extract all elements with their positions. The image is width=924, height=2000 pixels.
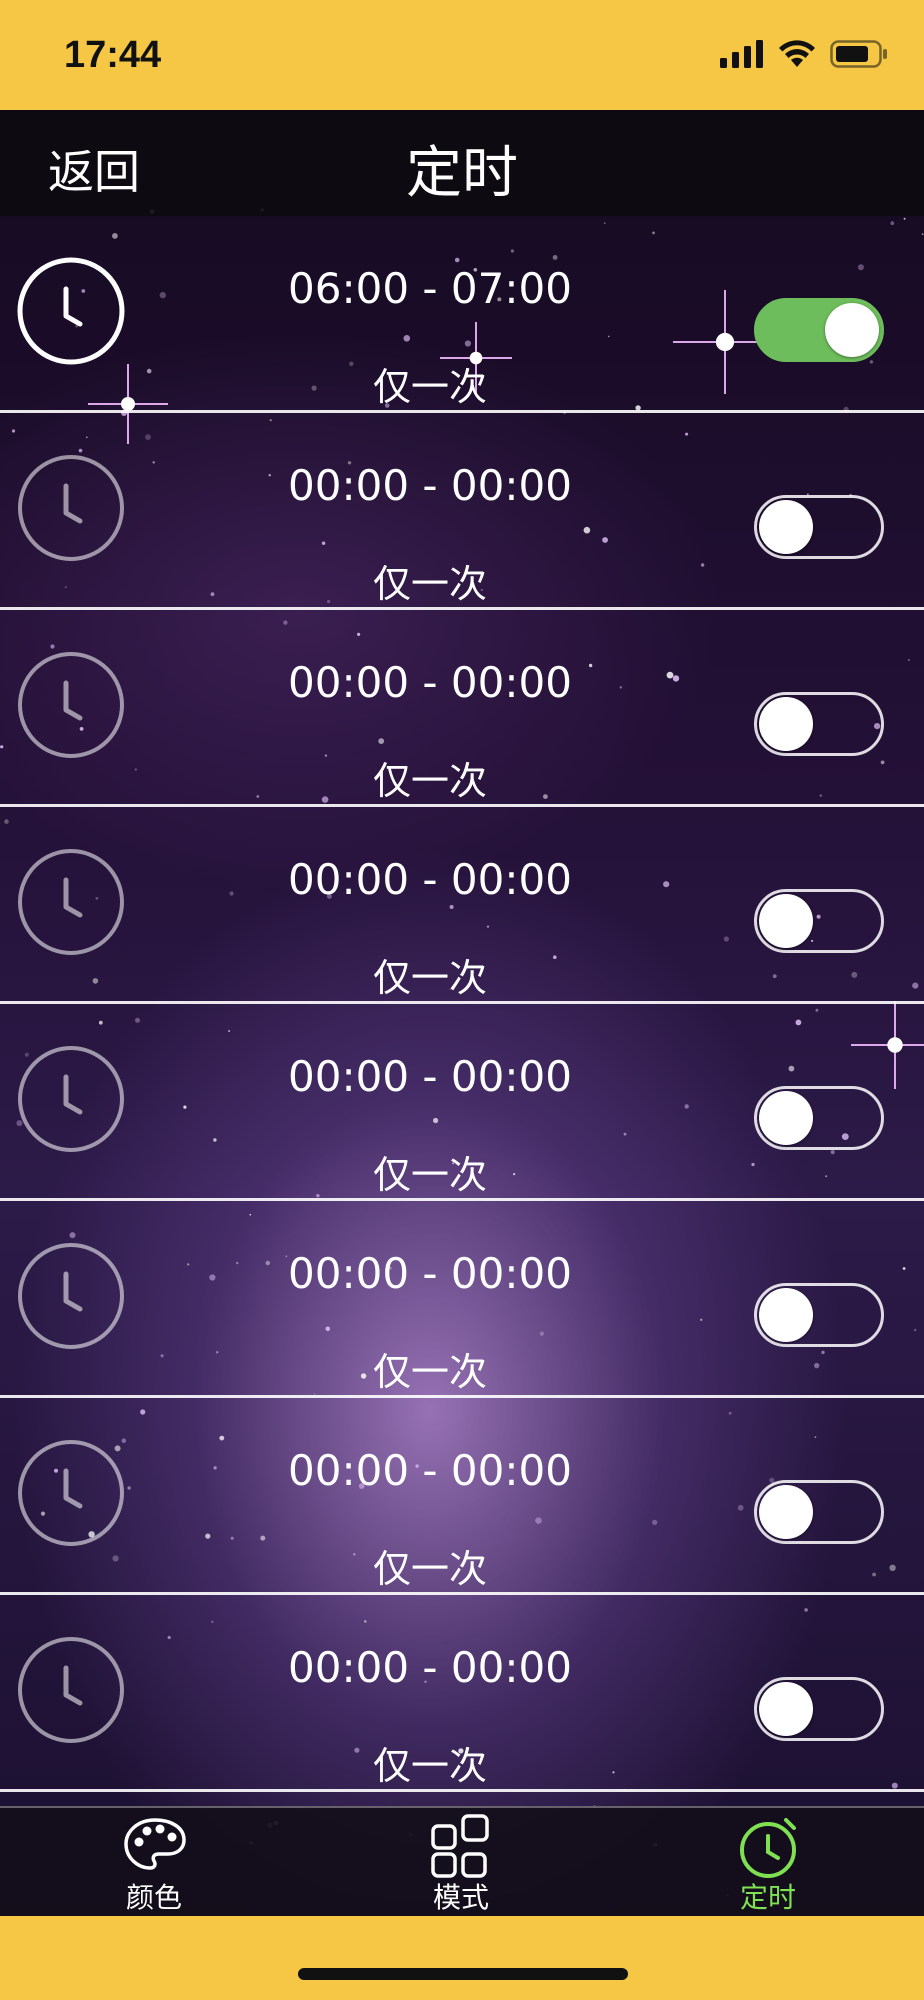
toggle-knob bbox=[759, 697, 813, 751]
timer-time-range[interactable]: 00:00 - 00:00 bbox=[230, 461, 630, 510]
timer-row[interactable]: 00:00 - 00:00 仅一次 bbox=[0, 1201, 924, 1398]
tab-mode[interactable]: 模式 bbox=[361, 1808, 561, 1916]
timer-row[interactable]: 00:00 - 00:00 仅一次 bbox=[0, 1398, 924, 1595]
timer-toggle[interactable] bbox=[754, 1677, 884, 1741]
timer-row[interactable]: 00:00 - 00:00 仅一次 bbox=[0, 413, 924, 610]
home-indicator-area bbox=[0, 1916, 924, 2000]
toggle-knob bbox=[759, 500, 813, 554]
clock-icon bbox=[18, 1637, 124, 1743]
timer-time-range[interactable]: 00:00 - 00:00 bbox=[230, 1643, 630, 1692]
grid-icon bbox=[431, 1814, 489, 1878]
timer-toggle[interactable] bbox=[754, 495, 884, 559]
page-title: 定时 bbox=[406, 141, 518, 206]
status-bar: 17:44 bbox=[0, 0, 924, 110]
timer-time-range[interactable]: 00:00 - 00:00 bbox=[230, 1249, 630, 1298]
home-indicator[interactable] bbox=[298, 1968, 628, 1980]
nav-bar: 返回 定时 bbox=[0, 110, 924, 216]
toggle-knob bbox=[759, 1288, 813, 1342]
clock-icon bbox=[18, 1243, 124, 1349]
timer-icon bbox=[740, 1818, 796, 1878]
timer-repeat-label: 仅一次 bbox=[372, 1350, 487, 1394]
toggle-knob bbox=[759, 1682, 813, 1736]
timer-time-range[interactable]: 06:00 - 07:00 bbox=[230, 264, 630, 313]
tab-timer-label: 定时 bbox=[739, 1881, 796, 1914]
clock-icon bbox=[18, 652, 124, 758]
timer-time-range[interactable]: 00:00 - 00:00 bbox=[230, 1446, 630, 1495]
timer-toggle[interactable] bbox=[754, 1086, 884, 1150]
timer-toggle[interactable] bbox=[754, 298, 884, 362]
timer-row[interactable]: 00:00 - 00:00 仅一次 bbox=[0, 1004, 924, 1201]
status-time: 17:44 bbox=[64, 34, 162, 76]
toggle-knob bbox=[759, 894, 813, 948]
timer-row[interactable]: 00:00 - 00:00 仅一次 bbox=[0, 1595, 924, 1792]
wifi-icon bbox=[779, 40, 815, 67]
timer-toggle[interactable] bbox=[754, 1283, 884, 1347]
timer-row[interactable]: 00:00 - 00:00 仅一次 bbox=[0, 610, 924, 807]
clock-icon bbox=[18, 1046, 124, 1152]
timer-repeat-label: 仅一次 bbox=[372, 1547, 487, 1591]
clock-icon bbox=[18, 455, 124, 561]
timer-time-range[interactable]: 00:00 - 00:00 bbox=[230, 658, 630, 707]
clock-icon bbox=[18, 1440, 124, 1546]
timer-list: 06:00 - 07:00 仅一次 00:00 - 00:00 仅一次 00:00 - … bbox=[0, 216, 924, 1792]
tab-mode-label: 模式 bbox=[432, 1881, 489, 1914]
timer-repeat-label: 仅一次 bbox=[372, 759, 487, 803]
timer-row[interactable]: 00:00 - 00:00 仅一次 bbox=[0, 807, 924, 1004]
toggle-knob bbox=[825, 303, 879, 357]
timer-time-range[interactable]: 00:00 - 00:00 bbox=[230, 1052, 630, 1101]
timer-repeat-label: 仅一次 bbox=[372, 1744, 487, 1788]
timer-repeat-label: 仅一次 bbox=[372, 1153, 487, 1197]
tab-timer[interactable]: 定时 bbox=[668, 1808, 868, 1916]
tab-color-label: 颜色 bbox=[125, 1881, 182, 1914]
timer-toggle[interactable] bbox=[754, 692, 884, 756]
clock-icon bbox=[18, 849, 124, 955]
toggle-knob bbox=[759, 1091, 813, 1145]
timer-repeat-label: 仅一次 bbox=[372, 956, 487, 1000]
palette-icon bbox=[124, 1818, 186, 1870]
timer-row[interactable]: 06:00 - 07:00 仅一次 bbox=[0, 216, 924, 413]
toggle-knob bbox=[759, 1485, 813, 1539]
tab-bar: 颜色 模式 定时 bbox=[0, 1806, 924, 1916]
tab-color[interactable]: 颜色 bbox=[54, 1808, 254, 1916]
timer-repeat-label: 仅一次 bbox=[372, 562, 487, 606]
status-icons bbox=[720, 40, 888, 68]
timer-toggle[interactable] bbox=[754, 889, 884, 953]
app-screen: 返回 定时 06:00 - 07:00 仅一次 00:00 - 00:00 仅一次 00… bbox=[0, 110, 924, 1916]
timer-repeat-label: 仅一次 bbox=[372, 365, 487, 409]
timer-time-range[interactable]: 00:00 - 00:00 bbox=[230, 855, 630, 904]
clock-icon bbox=[17, 257, 125, 365]
timer-toggle[interactable] bbox=[754, 1480, 884, 1544]
signal-icon bbox=[720, 40, 763, 68]
battery-icon bbox=[830, 40, 887, 68]
